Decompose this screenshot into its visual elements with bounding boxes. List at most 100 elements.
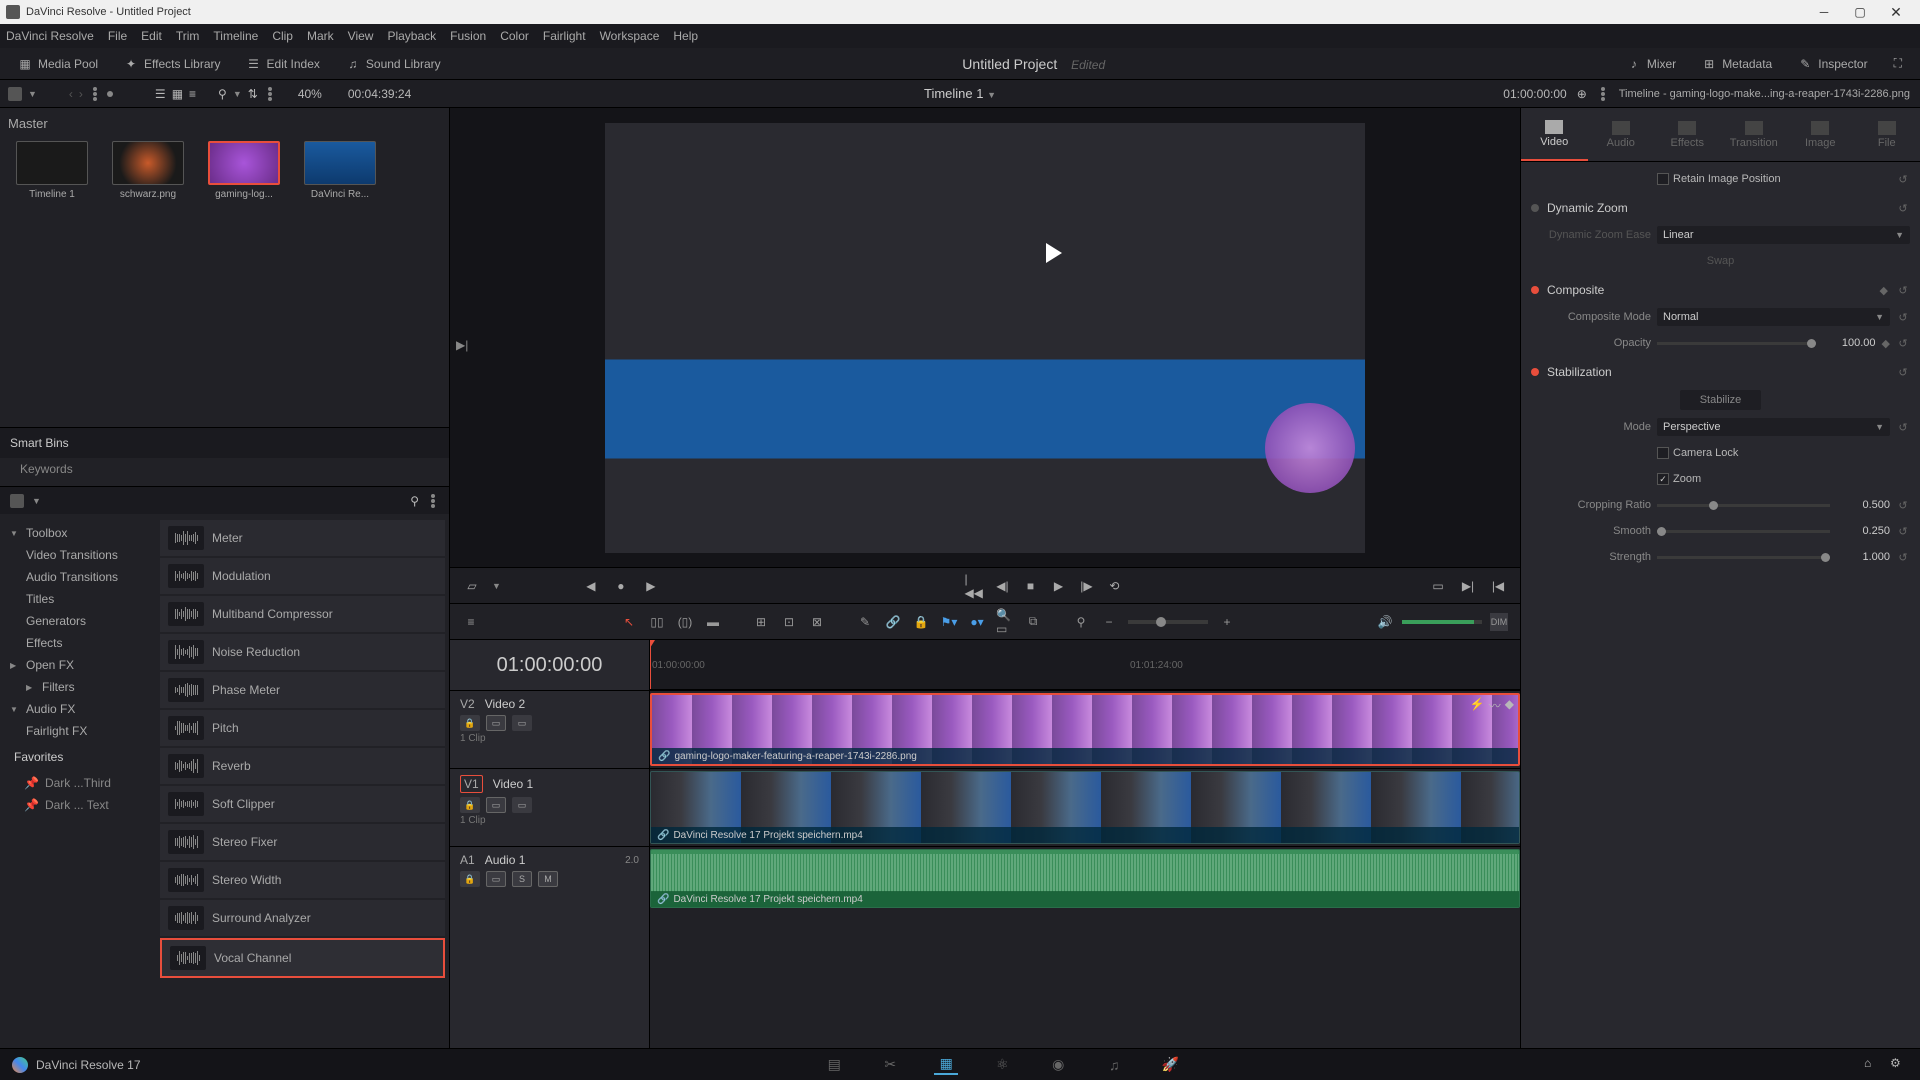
- v1-enable[interactable]: ▭: [512, 797, 532, 813]
- viewer-more-icon[interactable]: [1601, 92, 1605, 96]
- loop-button[interactable]: ⟲: [1104, 576, 1124, 596]
- search-icon[interactable]: ⚲: [218, 87, 227, 101]
- close-button[interactable]: ✕: [1878, 2, 1914, 22]
- track-header-a1[interactable]: A1 Audio 1 2.0 🔒 ▭ S M: [450, 846, 649, 910]
- retain-reset-icon[interactable]: ↺: [1896, 172, 1910, 186]
- favorite-dark-third[interactable]: 📌Dark ...Third: [4, 772, 156, 794]
- fx-tree-effects[interactable]: Effects: [4, 632, 156, 654]
- timeline-name[interactable]: Timeline 1: [924, 86, 983, 101]
- fx-item-reverb[interactable]: Reverb: [160, 748, 445, 784]
- opacity-value[interactable]: 100.00: [1820, 337, 1876, 349]
- smart-bin-keywords[interactable]: Keywords: [0, 458, 450, 486]
- play-button[interactable]: ▶: [1048, 576, 1068, 596]
- track-v1[interactable]: 🔗DaVinci Resolve 17 Projekt speichern.mp…: [650, 768, 1520, 846]
- track-header-v1[interactable]: V1 Video 1 🔒 ▭ ▭ 1 Clip: [450, 768, 649, 846]
- dynamic-trim-tool[interactable]: (▯): [676, 613, 694, 631]
- inspector-tab-video[interactable]: Video: [1521, 108, 1588, 161]
- view-list-icon[interactable]: ☰: [155, 87, 166, 101]
- fx-more-icon[interactable]: [431, 499, 435, 503]
- clip-curve-icon[interactable]: 〰: [1489, 697, 1501, 714]
- a1-solo[interactable]: S: [512, 871, 532, 887]
- fx-tree-toolbox[interactable]: ▼Toolbox: [4, 522, 156, 544]
- track-a1[interactable]: 🔗DaVinci Resolve 17 Projekt speichern.mp…: [650, 846, 1520, 910]
- page-fusion[interactable]: ⚛: [990, 1055, 1014, 1075]
- crop-dropdown[interactable]: ▼: [492, 581, 501, 591]
- first-frame-button[interactable]: |◀◀: [964, 576, 984, 596]
- opacity-keyframe-icon[interactable]: ◆: [1882, 337, 1890, 350]
- bin-view-icon[interactable]: [8, 87, 22, 101]
- flag-icon[interactable]: ⚑▾: [940, 613, 958, 631]
- zoom-percent[interactable]: 40%: [298, 87, 322, 101]
- menu-file[interactable]: File: [108, 29, 127, 43]
- fx-item-multiband-compressor[interactable]: Multiband Compressor: [160, 596, 445, 632]
- match-frame-next[interactable]: ▶: [641, 576, 661, 596]
- insert-clip-icon[interactable]: ⊞: [752, 613, 770, 631]
- bin-dropdown-icon[interactable]: ▼: [28, 89, 37, 99]
- page-fairlight[interactable]: ♫: [1102, 1055, 1126, 1075]
- menu-edit[interactable]: Edit: [141, 29, 162, 43]
- fx-item-modulation[interactable]: Modulation: [160, 558, 445, 594]
- project-settings-icon[interactable]: ⚙: [1890, 1056, 1908, 1074]
- fx-view-icon[interactable]: [10, 494, 24, 508]
- media-item-davinci[interactable]: DaVinci Re...: [296, 141, 384, 200]
- composite-keyframe-icon[interactable]: ◆: [1880, 284, 1888, 297]
- strength-slider[interactable]: [1657, 556, 1830, 559]
- timeline-dropdown-icon[interactable]: ▼: [987, 90, 996, 100]
- inspector-tab-image[interactable]: Image: [1787, 108, 1854, 161]
- cropping-value[interactable]: 0.500: [1834, 499, 1890, 511]
- v2-lock-icon[interactable]: 🔒: [460, 715, 480, 731]
- clip-a1-davinci[interactable]: 🔗DaVinci Resolve 17 Projekt speichern.mp…: [650, 849, 1520, 908]
- trim-tool[interactable]: ▯▯: [648, 613, 666, 631]
- metadata-toggle[interactable]: ⊞Metadata: [1692, 53, 1782, 75]
- menu-fusion[interactable]: Fusion: [450, 29, 486, 43]
- section-dynamic-zoom[interactable]: Dynamic Zoom ↺: [1531, 194, 1910, 222]
- fx-tree-fairlightfx[interactable]: Fairlight FX: [4, 720, 156, 742]
- go-start-icon[interactable]: |◀: [1488, 576, 1508, 596]
- opacity-slider[interactable]: [1657, 342, 1816, 345]
- stop-button[interactable]: ■: [1020, 576, 1040, 596]
- a1-mute[interactable]: M: [538, 871, 558, 887]
- media-item-schwarz[interactable]: schwarz.png: [104, 141, 192, 200]
- menu-timeline[interactable]: Timeline: [213, 29, 258, 43]
- page-edit[interactable]: ▦: [934, 1055, 958, 1075]
- dynamic-zoom-reset-icon[interactable]: ↺: [1896, 201, 1910, 215]
- inspector-tab-transition[interactable]: Transition: [1721, 108, 1788, 161]
- selection-tool[interactable]: ↖: [620, 613, 638, 631]
- zoom-slider[interactable]: [1128, 620, 1208, 624]
- inspector-tab-audio[interactable]: Audio: [1588, 108, 1655, 161]
- menu-view[interactable]: View: [348, 29, 374, 43]
- retain-checkbox[interactable]: [1657, 173, 1669, 185]
- fx-item-stereo-width[interactable]: Stereo Width: [160, 862, 445, 898]
- ripple-icon[interactable]: ✎: [856, 613, 874, 631]
- maximize-button[interactable]: ▢: [1842, 2, 1878, 22]
- zoom-fit-icon[interactable]: ⚲: [1072, 613, 1090, 631]
- fx-item-vocal-channel[interactable]: Vocal Channel: [160, 938, 445, 978]
- smooth-slider[interactable]: [1657, 530, 1830, 533]
- smooth-value[interactable]: 0.250: [1834, 525, 1890, 537]
- prev-frame-button[interactable]: ◀|: [992, 576, 1012, 596]
- media-more-icon[interactable]: [268, 92, 272, 96]
- overwrite-clip-icon[interactable]: ⊡: [780, 613, 798, 631]
- sound-library-toggle[interactable]: ♫Sound Library: [336, 53, 451, 75]
- v1-lock-icon[interactable]: 🔒: [460, 797, 480, 813]
- v2-enable[interactable]: ▭: [512, 715, 532, 731]
- swap-button[interactable]: Swap: [1707, 255, 1735, 267]
- fx-tree-openfx[interactable]: ▶Open FX: [4, 654, 156, 676]
- inspector-tab-file[interactable]: File: [1854, 108, 1920, 161]
- nav-fwd[interactable]: ›: [79, 87, 83, 101]
- v2-auto-select[interactable]: ▭: [486, 715, 506, 731]
- timeline-view-icon[interactable]: ≡: [462, 613, 480, 631]
- fx-tree-titles[interactable]: Titles: [4, 588, 156, 610]
- inspector-tab-effects[interactable]: Effects: [1654, 108, 1721, 161]
- smooth-reset-icon[interactable]: ↺: [1896, 524, 1910, 538]
- volume-icon[interactable]: 🔊: [1376, 613, 1394, 631]
- stab-mode-dropdown[interactable]: Perspective▼: [1657, 418, 1890, 436]
- fx-tree-audiofx[interactable]: ▼Audio FX: [4, 698, 156, 720]
- link-icon[interactable]: 🔗: [884, 613, 902, 631]
- menu-mark[interactable]: Mark: [307, 29, 334, 43]
- sync-icon[interactable]: ⊕: [1577, 87, 1587, 101]
- opacity-reset-icon[interactable]: ↺: [1896, 336, 1910, 350]
- view-thumb-icon[interactable]: ▦: [172, 87, 183, 101]
- fx-item-stereo-fixer[interactable]: Stereo Fixer: [160, 824, 445, 860]
- menu-color[interactable]: Color: [500, 29, 529, 43]
